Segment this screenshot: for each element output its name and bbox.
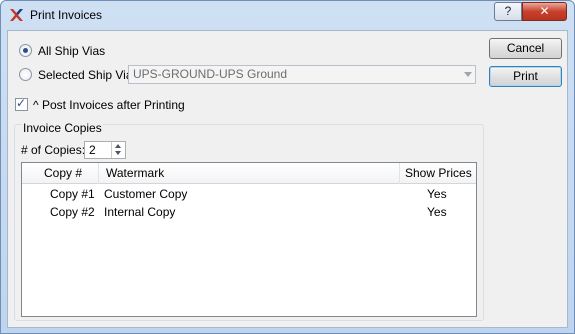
watermark-cell: Internal Copy [104, 205, 176, 219]
column-header-watermark[interactable]: Watermark [99, 163, 400, 184]
show-prices-cell: Yes [427, 187, 447, 201]
cancel-button[interactable]: Cancel [489, 38, 562, 59]
invoice-copies-group-title: Invoice Copies [22, 121, 103, 135]
copies-label: # of Copies: [21, 143, 86, 157]
chevron-down-icon [464, 72, 472, 77]
table-header: Copy # Watermark Show Prices [22, 163, 476, 184]
copy-cell: Copy #1 [50, 187, 95, 201]
spin-up-icon[interactable] [115, 144, 121, 148]
post-invoices-label[interactable]: ^ Post Invoices after Printing [33, 98, 185, 112]
checkmark-icon: ✓ [16, 96, 27, 110]
window-title: Print Invoices [30, 8, 103, 22]
spin-down-icon[interactable] [115, 151, 121, 155]
app-x-logo-icon [10, 9, 23, 21]
radio-selected-dot [23, 48, 28, 53]
selected-ship-via-label[interactable]: Selected Ship Via [38, 68, 133, 82]
all-ship-vias-radio[interactable] [19, 44, 32, 57]
dialog-body: All Ship Vias Selected Ship Via UPS-GROU… [7, 30, 568, 328]
ship-via-select[interactable]: UPS-GROUND-UPS Ground [128, 65, 476, 84]
all-ship-vias-label[interactable]: All Ship Vias [38, 44, 105, 58]
column-header-show-prices[interactable]: Show Prices [400, 163, 476, 184]
watermark-cell: Customer Copy [104, 187, 188, 201]
post-invoices-checkbox[interactable]: ✓ [15, 96, 28, 111]
help-button[interactable]: ? [494, 2, 522, 21]
copies-value[interactable]: 2 [89, 143, 96, 157]
show-prices-cell: Yes [427, 205, 447, 219]
print-button[interactable]: Print [489, 66, 562, 87]
invoice-copies-table[interactable]: Copy # Watermark Show Prices Copy #1 Cus… [21, 162, 477, 317]
ship-via-select-value: UPS-GROUND-UPS Ground [133, 67, 288, 81]
copies-spinbox[interactable]: 2 [84, 141, 126, 159]
print-invoices-window: Print Invoices ? ✕ All Ship Vias Selecte… [0, 0, 575, 334]
table-row[interactable]: Copy #2 Internal Copy Yes [22, 203, 476, 221]
title-bar[interactable]: Print Invoices ? ✕ [1, 1, 574, 29]
table-row[interactable]: Copy #1 Customer Copy Yes [22, 185, 476, 203]
spin-arrows[interactable] [111, 142, 125, 158]
selected-ship-via-radio[interactable] [19, 68, 32, 81]
column-header-copy[interactable]: Copy # [22, 163, 99, 184]
copy-cell: Copy #2 [50, 205, 95, 219]
close-button[interactable]: ✕ [522, 2, 567, 21]
